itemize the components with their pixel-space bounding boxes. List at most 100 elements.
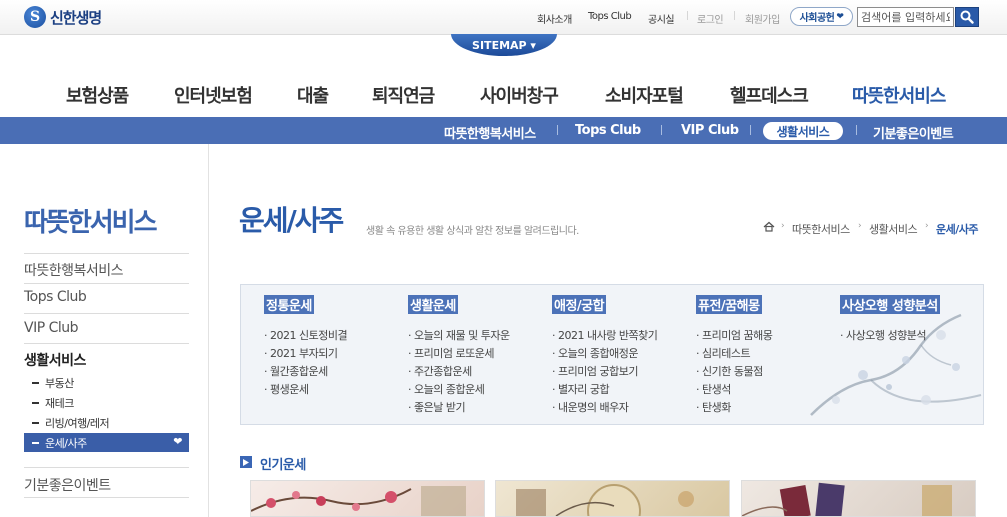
lnb-divider <box>24 497 189 498</box>
gnb-item-helpdesk[interactable]: 헬프데스크 <box>730 82 809 108</box>
lnb-sub-label: 운세/사주 <box>45 436 87 450</box>
subnav-item-tops-club[interactable]: Tops Club <box>575 123 641 138</box>
lnb-sub-label: 리빙/여행/레저 <box>45 417 110 430</box>
breadcrumb-warm-service[interactable]: 따뜻한서비스 <box>792 221 850 237</box>
util-tops-club-link[interactable]: Tops Club <box>588 11 632 22</box>
page-title: 운세/사주 <box>239 204 344 237</box>
popular-thumbnail-1[interactable] <box>250 480 485 517</box>
service-link[interactable]: · 오늘의 재물 및 투자운 <box>408 327 510 343</box>
category-classic-fortune[interactable]: 정통운세 <box>264 295 314 314</box>
service-link[interactable]: · 탄생화 <box>696 399 731 415</box>
lnb-title: 따뜻한서비스 <box>24 208 158 238</box>
lnb-item-happy[interactable]: 따뜻한행복서비스 <box>24 260 124 280</box>
lnb-sub-realestate[interactable]: 부동산 <box>32 375 74 391</box>
category-love-match[interactable]: 애정/궁합 <box>552 295 607 314</box>
subnav-divider <box>856 125 857 135</box>
category-life-fortune[interactable]: 생활운세 <box>408 295 458 314</box>
popular-fortune-title: 인기운세 <box>260 458 306 473</box>
util-divider: | <box>686 11 690 21</box>
util-join-link[interactable]: 회원가입 <box>745 11 780 26</box>
lnb-divider <box>24 313 189 314</box>
search-button[interactable] <box>955 7 979 27</box>
lnb-item-event[interactable]: 기분좋은이벤트 <box>24 475 111 495</box>
breadcrumb-arrow-icon: › <box>781 221 785 231</box>
dash-icon <box>32 382 39 384</box>
service-link[interactable]: · 2021 내사랑 반쪽찾기 <box>552 327 658 343</box>
subnav-divider <box>557 125 558 135</box>
lnb-divider <box>24 283 189 284</box>
lnb-sub-living[interactable]: 리빙/여행/레저 <box>32 415 110 431</box>
gnb-item-internet-insurance[interactable]: 인터넷보험 <box>174 82 253 108</box>
home-icon[interactable] <box>763 221 775 232</box>
dash-icon <box>32 441 39 444</box>
service-link[interactable]: · 평생운세 <box>264 381 309 397</box>
category-four-elements[interactable]: 사상오행 성향분석 <box>840 295 940 314</box>
subnav-item-event[interactable]: 기분좋은이벤트 <box>873 123 954 142</box>
breadcrumb-arrow-icon: › <box>925 221 929 231</box>
subnav-item-happy[interactable]: 따뜻한행복서비스 <box>444 123 536 142</box>
breadcrumb-current: 운세/사주 <box>936 223 979 236</box>
service-link[interactable]: · 신기한 동물점 <box>696 363 763 379</box>
popular-thumbnail-2[interactable] <box>495 480 730 517</box>
top-bar <box>0 0 1007 35</box>
service-link[interactable]: · 프리미엄 로또운세 <box>408 345 494 361</box>
service-link[interactable]: · 오늘의 종합운세 <box>408 381 485 397</box>
lnb-sub-label: 재테크 <box>45 397 74 410</box>
lnb-divider <box>24 343 189 344</box>
breadcrumb-life-service[interactable]: 생활서비스 <box>869 221 918 237</box>
sub-nav-bar: 따뜻한행복서비스 Tops Club VIP Club 생활서비스 기분좋은이벤… <box>0 117 1007 144</box>
service-link[interactable]: · 내운명의 배우자 <box>552 399 629 415</box>
service-link[interactable]: · 프리미엄 궁합보기 <box>552 363 638 379</box>
service-link[interactable]: · 프리미엄 꿈해몽 <box>696 327 773 343</box>
category-fusion-dream[interactable]: 퓨전/꿈해몽 <box>696 295 762 314</box>
service-link[interactable]: · 2021 신토정비결 <box>264 327 348 343</box>
social-button-label: 사회공헌 <box>799 13 835 24</box>
service-link[interactable]: · 오늘의 종합애정운 <box>552 345 638 361</box>
dash-icon <box>32 402 39 404</box>
sitemap-button[interactable]: SITEMAP ▾ <box>451 34 557 56</box>
popular-thumbnail-3[interactable] <box>741 480 976 517</box>
service-link[interactable]: · 사상오행 성향분석 <box>840 327 926 343</box>
heart-icon: ❤ <box>173 435 182 448</box>
gnb-item-loan[interactable]: 대출 <box>297 82 329 108</box>
tarot-cards-image <box>742 482 952 516</box>
subnav-divider <box>661 125 662 135</box>
logo[interactable]: S 신한생명 <box>24 6 102 28</box>
gnb-item-insurance[interactable]: 보험상품 <box>66 82 129 108</box>
lnb-divider <box>24 467 189 468</box>
util-company-link[interactable]: 회사소개 <box>537 11 572 26</box>
lnb-divider <box>24 253 189 254</box>
service-link[interactable]: · 탄생석 <box>696 381 731 397</box>
plum-blossom-illustration <box>810 313 982 416</box>
lnb-sub-label: 부동산 <box>45 377 74 390</box>
search-input[interactable] <box>857 7 954 27</box>
subnav-item-vip-club[interactable]: VIP Club <box>681 123 739 138</box>
util-notice-link[interactable]: 공시실 <box>648 11 675 26</box>
logo-text: 신한생명 <box>50 8 102 27</box>
lnb-sub-finance[interactable]: 재테크 <box>32 395 74 411</box>
service-link[interactable]: · 2021 부자되기 <box>264 345 338 361</box>
lnb-item-life-service[interactable]: 생활서비스 <box>24 350 86 370</box>
lnb-sub-fortune-active[interactable]: 운세/사주 ❤ <box>24 433 189 452</box>
service-link[interactable]: · 월간종합운세 <box>264 363 328 379</box>
gnb-item-pension[interactable]: 퇴직연금 <box>372 82 435 108</box>
gnb-item-warm-service[interactable]: 따뜻한서비스 <box>852 82 946 108</box>
popular-bullet-icon <box>240 456 252 468</box>
service-link[interactable]: · 별자리 궁합 <box>552 381 610 397</box>
gnb-item-consumer[interactable]: 소비자포털 <box>605 82 684 108</box>
search-icon <box>960 10 974 24</box>
lnb-item-tops-club[interactable]: Tops Club <box>24 289 87 305</box>
subnav-item-life-service[interactable]: 생활서비스 <box>763 122 843 140</box>
subnav-divider <box>750 125 751 135</box>
service-link[interactable]: · 좋은날 받기 <box>408 399 466 415</box>
util-login-link[interactable]: 로그인 <box>697 11 724 26</box>
page-description: 생활 속 유용한 생활 상식과 알찬 정보를 알려드립니다. <box>366 226 579 237</box>
lnb-item-vip-club[interactable]: VIP Club <box>24 320 79 336</box>
service-link[interactable]: · 심리테스트 <box>696 345 751 361</box>
service-link[interactable]: · 주간종합운세 <box>408 363 472 379</box>
gnb-item-cyber[interactable]: 사이버창구 <box>480 82 559 108</box>
plum-flowers-image <box>251 486 466 516</box>
util-divider: | <box>733 11 737 21</box>
dash-icon <box>32 422 39 424</box>
social-contribution-button[interactable]: 사회공헌 ❤ <box>790 7 853 26</box>
